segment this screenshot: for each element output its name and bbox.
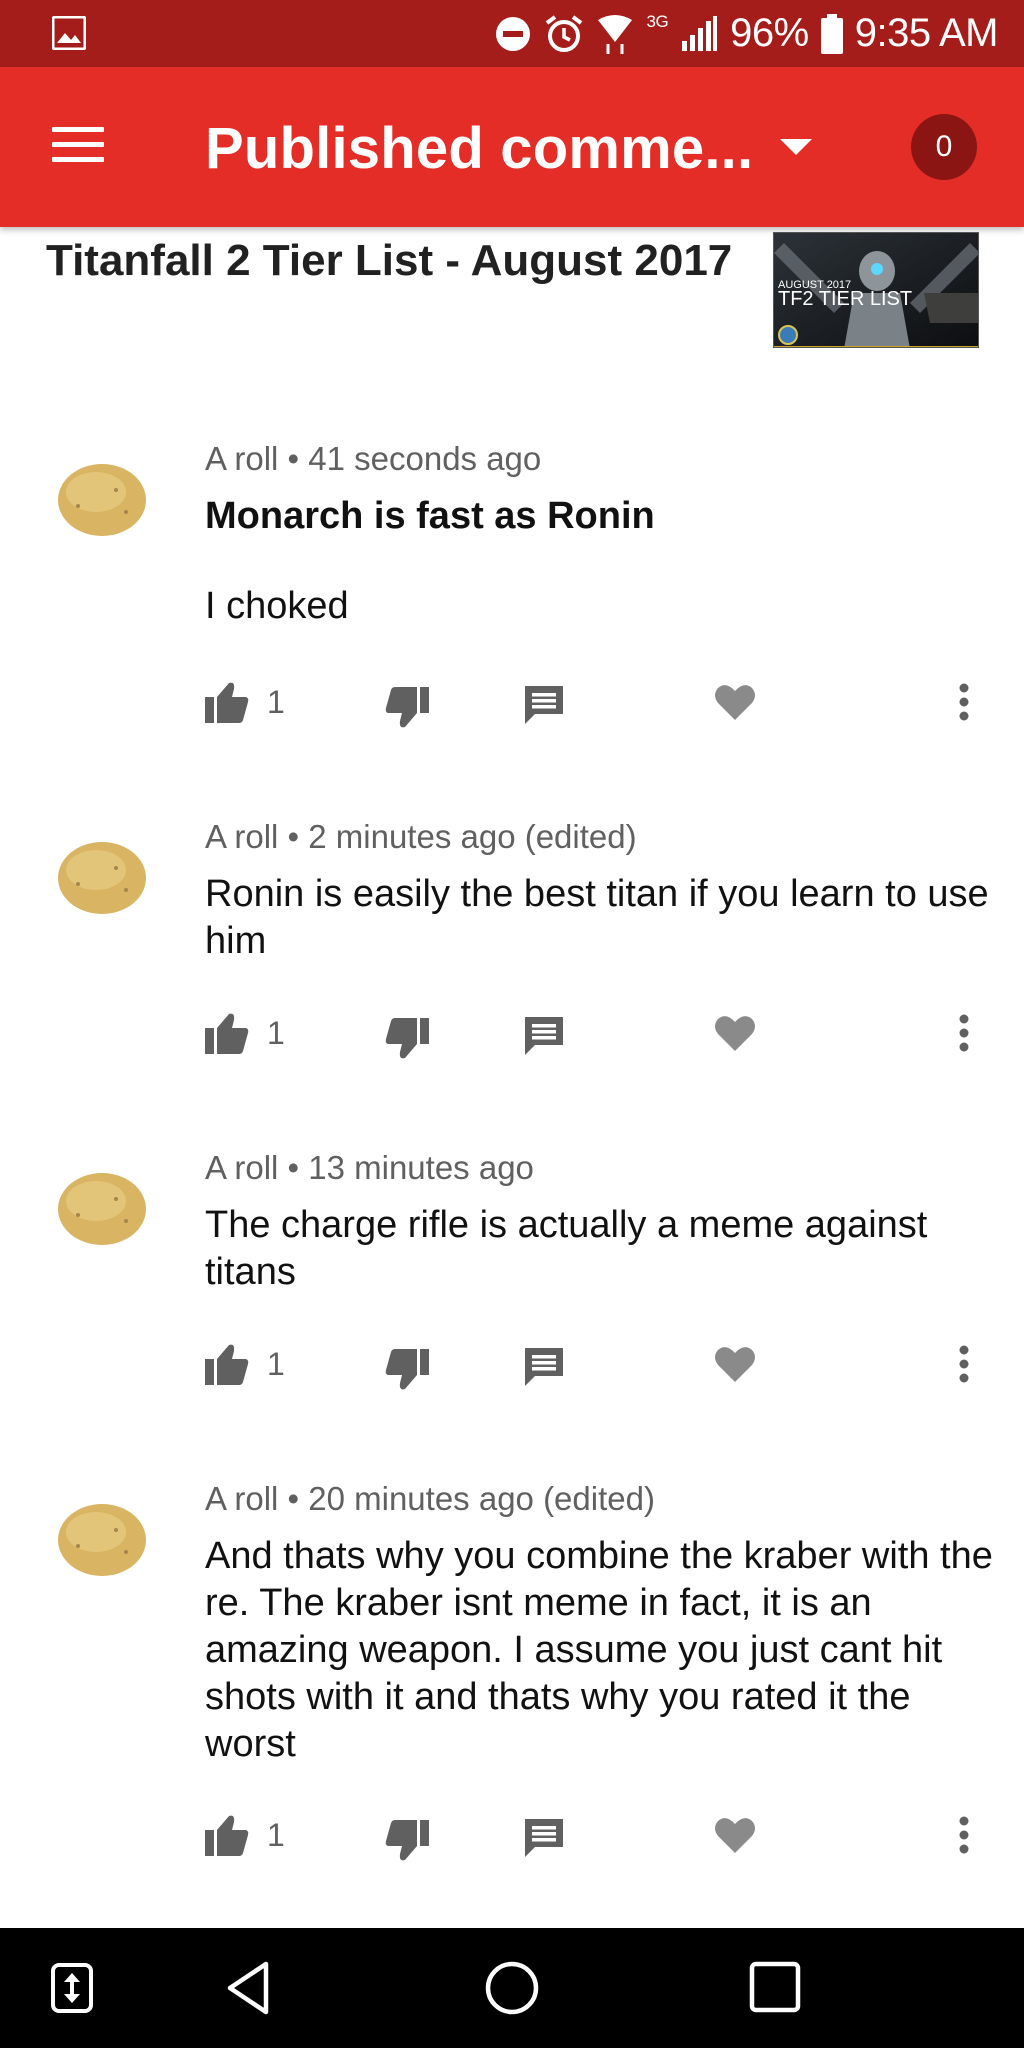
like-button[interactable]: 1 [205, 1810, 285, 1860]
video-thumbnail[interactable]: AUGUST 2017 TF2 TIER LIST [773, 232, 979, 348]
reply-comment-icon [525, 1017, 563, 1055]
thumbs-up-icon [205, 1344, 249, 1385]
gallery-icon [52, 16, 86, 50]
heart-button[interactable] [714, 1339, 756, 1389]
avatar[interactable] [56, 1500, 148, 1578]
thumbs-down-icon [385, 1018, 429, 1059]
wifi-icon [598, 14, 633, 54]
system-nav-bar [0, 1928, 1024, 2048]
signal-icon [682, 15, 718, 51]
do-not-disturb-icon [496, 16, 531, 51]
app-bar: Published comme... 0 [0, 67, 1024, 227]
like-button[interactable]: 1 [205, 677, 285, 727]
more-vert-icon [959, 683, 969, 721]
dislike-button[interactable] [385, 1810, 429, 1861]
thumbs-up-icon [205, 1815, 249, 1856]
more-options-button[interactable] [958, 677, 970, 727]
avatar[interactable] [56, 460, 148, 538]
menu-icon[interactable] [46, 122, 110, 172]
heart-icon [715, 685, 755, 720]
comment-meta: A roll • 20 minutes ago (edited) [205, 1480, 655, 1517]
back-icon[interactable] [224, 1960, 272, 2016]
reply-comment-icon [525, 1348, 563, 1386]
battery-icon [820, 13, 843, 54]
more-vert-icon [959, 1816, 969, 1854]
comment-meta: A roll • 41 seconds ago [205, 440, 542, 477]
comment-body: And thats why you combine the kraber wit… [205, 1535, 993, 1765]
like-count: 1 [267, 1816, 285, 1853]
more-vert-icon [959, 1014, 969, 1052]
dropdown-caret-icon[interactable] [780, 139, 812, 155]
page-title: Published comme... [205, 116, 754, 181]
heart-icon [715, 1347, 755, 1382]
clock: 9:35 AM [854, 11, 999, 55]
network-type: 3G [646, 11, 669, 31]
like-count: 1 [267, 683, 285, 720]
thumbs-down-icon [385, 687, 429, 728]
status-bar: 3G 96% 9:35 AM [0, 0, 1024, 67]
dislike-button[interactable] [385, 1339, 429, 1390]
more-options-button[interactable] [958, 1008, 970, 1058]
more-vert-icon [959, 1345, 969, 1383]
comment-actions: 1 [0, 1810, 1024, 1861]
avatar[interactable] [56, 838, 148, 916]
heart-button[interactable] [714, 677, 756, 727]
comment-actions: 1 [0, 1008, 1024, 1059]
comment-body: Ronin is easily the best titan if you le… [205, 873, 989, 962]
like-count: 1 [267, 1014, 285, 1051]
video-title[interactable]: Titanfall 2 Tier List - August 2017 [46, 236, 732, 286]
heart-icon [715, 1818, 755, 1853]
recent-apps-icon[interactable] [748, 1960, 802, 2014]
thumbs-down-icon [385, 1820, 429, 1861]
thumbs-up-icon [205, 682, 249, 723]
status-icons: 3G 96% 9:35 AM [494, 0, 999, 67]
heart-icon [715, 1016, 755, 1051]
comment-body: I choked [205, 585, 349, 627]
notification-badge[interactable]: 0 [911, 114, 977, 180]
thumbs-down-icon [385, 1349, 429, 1390]
comment-meta: A roll • 2 minutes ago (edited) [205, 818, 637, 855]
dislike-button[interactable] [385, 677, 429, 728]
like-button[interactable]: 1 [205, 1339, 285, 1389]
reply-comment-icon [525, 1819, 563, 1857]
alarm-icon [546, 14, 583, 52]
like-button[interactable]: 1 [205, 1008, 285, 1058]
screen-resize-icon[interactable] [50, 1962, 94, 2014]
comment-title: Monarch is fast as Ronin [205, 495, 655, 537]
comment-actions: 1 [0, 677, 1024, 728]
comment-meta: A roll • 13 minutes ago [205, 1149, 534, 1186]
reply-button[interactable] [523, 1339, 565, 1389]
home-icon[interactable] [484, 1960, 540, 2016]
reply-button[interactable] [523, 677, 565, 727]
reply-button[interactable] [523, 1008, 565, 1058]
thumbs-up-icon [205, 1013, 249, 1054]
heart-button[interactable] [714, 1810, 756, 1860]
comment-actions: 1 [0, 1339, 1024, 1390]
avatar[interactable] [56, 1169, 148, 1247]
reply-button[interactable] [523, 1810, 565, 1860]
like-count: 1 [267, 1345, 285, 1382]
thumbnail-art: AUGUST 2017 TF2 TIER LIST [774, 233, 978, 347]
reply-comment-icon [525, 686, 563, 724]
heart-button[interactable] [714, 1008, 756, 1058]
battery-percent: 96% [730, 11, 809, 55]
thumbnail-text-big: TF2 TIER LIST [778, 288, 912, 310]
comment-body: The charge rifle is actually a meme agai… [205, 1204, 928, 1293]
more-options-button[interactable] [958, 1810, 970, 1860]
more-options-button[interactable] [958, 1339, 970, 1389]
dislike-button[interactable] [385, 1008, 429, 1059]
